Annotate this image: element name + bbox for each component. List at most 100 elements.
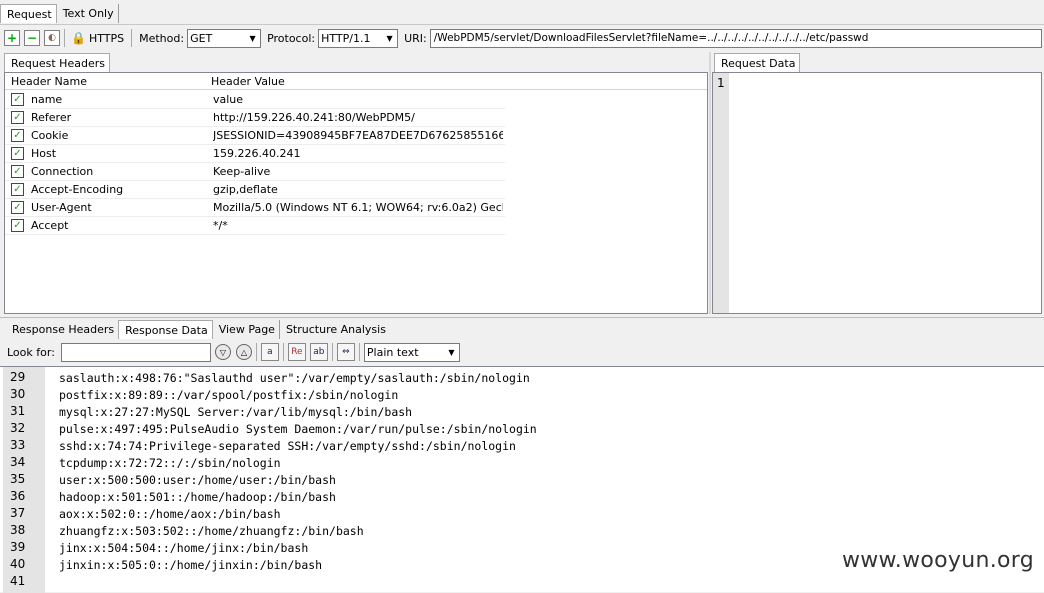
format-select[interactable]: Plain text ▼ — [363, 342, 460, 362]
tab-text-only[interactable]: Text Only — [57, 4, 119, 23]
header-value-cell[interactable]: value — [213, 93, 503, 106]
find-previous-icon[interactable]: △ — [235, 344, 252, 360]
table-row[interactable]: ✓ Connection Keep-alive — [5, 163, 505, 181]
divider — [282, 343, 284, 361]
table-row[interactable]: ✓ Accept-Encoding gzip,deflate — [5, 181, 505, 199]
splitter[interactable] — [709, 52, 711, 314]
response-line: sshd:x:74:74:Privilege-separated SSH:/va… — [59, 439, 516, 453]
regex-icon[interactable]: Re — [287, 343, 306, 361]
response-line: mysql:x:27:27:MySQL Server:/var/lib/mysq… — [59, 405, 413, 419]
edit-icon[interactable]: ◐ — [44, 30, 60, 46]
response-line: pulse:x:497:495:PulseAudio System Daemon… — [59, 422, 537, 436]
chevron-down-icon[interactable]: ▼ — [444, 344, 459, 361]
protocol-select[interactable]: HTTP/1.1 ▼ — [318, 28, 399, 48]
line-number: 34 — [10, 455, 26, 469]
row-checkbox[interactable]: ✓ — [11, 129, 24, 142]
header-value-cell[interactable]: 159.226.40.241 — [213, 147, 503, 160]
column-header-value[interactable]: Header Value — [211, 75, 285, 88]
row-checkbox[interactable]: ✓ — [11, 93, 24, 106]
top-tab-bar: Request Text Only — [0, 4, 119, 24]
search-bar: Look for: ▽ △ a Re ab ⇔ Plain text ▼ — [0, 341, 1044, 363]
request-toolbar: + − ◐ 🔒 HTTPS Method: GET ▼ Protocol: HT… — [0, 26, 1044, 50]
header-name-cell[interactable]: Accept — [31, 219, 69, 232]
table-row[interactable]: ✓ Host 159.226.40.241 — [5, 145, 505, 163]
request-headers-tabbar: Request Headers — [4, 53, 110, 72]
line-number: 31 — [10, 404, 26, 418]
header-value-cell[interactable]: */* — [213, 219, 503, 232]
add-header-icon[interactable]: + — [4, 30, 20, 46]
chevron-down-icon[interactable]: ▼ — [382, 30, 397, 47]
header-name-cell[interactable]: Referer — [31, 111, 71, 124]
header-value-cell[interactable]: Mozilla/5.0 (Windows NT 6.1; WOW64; rv:6… — [213, 201, 503, 214]
header-name-cell[interactable]: Accept-Encoding — [31, 183, 123, 196]
line-number: 38 — [10, 523, 26, 537]
word-wrap-icon[interactable]: ⇔ — [336, 343, 355, 361]
table-row[interactable]: ✓ Cookie JSESSIONID=43908945BF7EA87DEE7D67… — [5, 127, 505, 145]
divider — [255, 343, 257, 361]
row-checkbox[interactable]: ✓ — [11, 165, 24, 178]
divider — [0, 317, 1044, 318]
response-line: aox:x:502:0::/home/aox:/bin/bash — [59, 507, 281, 521]
tab-request-data[interactable]: Request Data — [714, 53, 801, 72]
tab-request[interactable]: Request — [0, 4, 57, 23]
divider — [131, 29, 133, 47]
header-value-cell[interactable]: gzip,deflate — [213, 183, 503, 196]
line-number: 41 — [10, 574, 26, 588]
watermark: www.wooyun.org — [841, 548, 1034, 573]
header-value-cell[interactable]: JSESSIONID=43908945BF7EA87DEE7D676258551… — [213, 129, 503, 142]
protocol-label: Protocol: — [267, 31, 316, 45]
line-number: 36 — [10, 489, 26, 503]
header-name-cell[interactable]: Connection — [31, 165, 93, 178]
uri-input[interactable]: /WebPDM5/servlet/DownloadFilesServlet?fi… — [429, 28, 1042, 48]
table-row[interactable]: ✓ Referer http://159.226.40.241:80/WebPDM5… — [5, 109, 505, 127]
row-checkbox[interactable]: ✓ — [11, 111, 24, 124]
line-number: 37 — [10, 506, 26, 520]
highlight-icon[interactable]: ab — [309, 343, 328, 361]
row-checkbox[interactable]: ✓ — [11, 183, 24, 196]
header-value-cell[interactable]: Keep-alive — [213, 165, 503, 178]
lock-icon: 🔒 — [71, 31, 86, 45]
tab-view-page[interactable]: View Page — [213, 320, 280, 339]
https-label[interactable]: HTTPS — [89, 32, 124, 45]
request-data-tabbar: Request Data — [714, 53, 801, 72]
look-for-label: Look for: — [7, 345, 55, 359]
row-checkbox[interactable]: ✓ — [11, 219, 24, 232]
tab-response-data[interactable]: Response Data — [118, 320, 213, 339]
match-case-icon[interactable]: a — [260, 343, 279, 361]
line-number: 1 — [717, 76, 725, 90]
table-row[interactable]: ✓ Accept */* — [5, 217, 505, 235]
chevron-down-icon[interactable]: ▼ — [245, 30, 260, 47]
response-tab-bar: Response Headers Response Data View Page… — [6, 320, 390, 339]
grid-header: Header Name Header Value — [5, 73, 707, 90]
response-line: saslauth:x:498:76:"Saslauthd user":/var/… — [59, 371, 530, 385]
format-value: Plain text — [366, 345, 419, 359]
tab-structure-analysis[interactable]: Structure Analysis — [280, 320, 390, 339]
divider — [331, 343, 333, 361]
response-line: hadoop:x:501:501::/home/hadoop:/bin/bash — [59, 490, 336, 504]
header-name-cell[interactable]: name — [31, 93, 62, 106]
table-row[interactable]: ✓ name value — [5, 91, 505, 109]
header-name-cell[interactable]: User-Agent — [31, 201, 92, 214]
uri-label: URI: — [404, 31, 427, 45]
search-input[interactable] — [60, 342, 211, 362]
header-name-cell[interactable]: Cookie — [31, 129, 68, 142]
response-line: zhuangfz:x:503:502::/home/zhuangfz:/bin/… — [59, 524, 364, 538]
row-checkbox[interactable]: ✓ — [11, 201, 24, 214]
protocol-value: HTTP/1.1 — [321, 31, 371, 45]
header-name-cell[interactable]: Host — [31, 147, 56, 160]
line-number: 39 — [10, 540, 26, 554]
table-row[interactable]: ✓ User-Agent Mozilla/5.0 (Windows NT 6.1; … — [5, 199, 505, 217]
column-header-name[interactable]: Header Name — [11, 75, 87, 88]
remove-header-icon[interactable]: − — [24, 30, 40, 46]
line-number: 29 — [10, 370, 26, 384]
response-line: postfix:x:89:89::/var/spool/postfix:/sbi… — [59, 388, 399, 402]
line-number: 30 — [10, 387, 26, 401]
tab-request-headers[interactable]: Request Headers — [4, 53, 110, 72]
header-value-cell[interactable]: http://159.226.40.241:80/WebPDM5/ — [213, 111, 503, 124]
method-select[interactable]: GET ▼ — [187, 28, 262, 48]
find-next-icon[interactable]: ▽ — [214, 344, 231, 360]
divider — [64, 29, 65, 47]
tab-response-headers[interactable]: Response Headers — [6, 320, 118, 339]
row-checkbox[interactable]: ✓ — [11, 147, 24, 160]
request-data-editor[interactable]: 1 — [712, 72, 1042, 314]
